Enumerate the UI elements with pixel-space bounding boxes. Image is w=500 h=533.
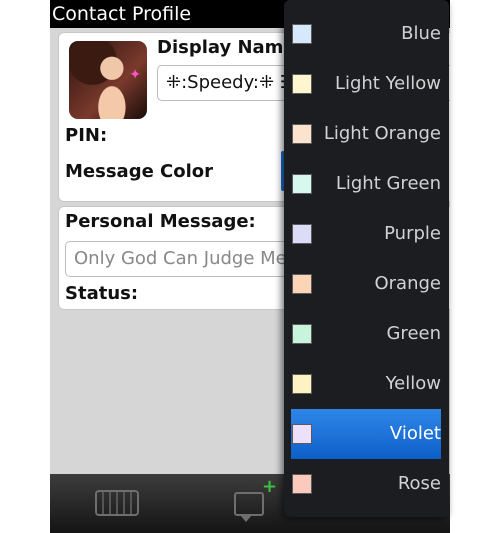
color-swatch [292, 24, 312, 44]
color-dropdown-menu: Blue Light Yellow Light Orange Light Gre… [284, 0, 449, 517]
color-option-green[interactable]: Green [284, 309, 449, 359]
contact-avatar[interactable]: ✦ [69, 41, 147, 119]
color-option-blue[interactable]: Blue [284, 9, 449, 59]
color-option-label: Violet [389, 423, 441, 444]
color-option-light-orange[interactable]: Light Orange [284, 109, 449, 159]
keyboard-icon[interactable] [95, 490, 139, 516]
color-option-orange[interactable]: Orange [284, 259, 449, 309]
personal-message-label: Personal Message: [65, 211, 256, 232]
star-icon: ✦ [129, 67, 141, 83]
color-option-light-yellow[interactable]: Light Yellow [284, 59, 449, 109]
color-option-label: Blue [401, 23, 441, 44]
plus-icon: + [262, 476, 278, 497]
color-option-label: Rose [397, 473, 441, 494]
status-label: Status: [65, 283, 139, 304]
color-option-label: Purple [384, 223, 441, 244]
pin-label: PIN: [65, 125, 108, 146]
color-option-label: Light Green [335, 173, 441, 194]
color-swatch [292, 424, 312, 444]
color-swatch [292, 224, 312, 244]
color-option-purple[interactable]: Purple [284, 209, 449, 259]
display-name-label: Display Nam [157, 37, 284, 58]
color-option-light-green[interactable]: Light Green [284, 159, 449, 209]
color-swatch [292, 174, 312, 194]
color-swatch [292, 474, 312, 494]
color-option-label: Orange [374, 273, 441, 294]
color-option-label: Light Yellow [334, 73, 441, 94]
chat-icon[interactable] [234, 492, 264, 522]
color-swatch [292, 74, 312, 94]
color-option-label: Light Orange [323, 123, 441, 144]
color-swatch [292, 324, 312, 344]
message-color-label: Message Color [65, 161, 214, 182]
color-option-yellow[interactable]: Yellow [284, 359, 449, 409]
color-swatch [292, 374, 312, 394]
color-option-label: Yellow [385, 373, 441, 394]
color-swatch [292, 274, 312, 294]
color-option-violet[interactable]: Violet [291, 409, 441, 459]
color-option-label: Green [386, 323, 441, 344]
color-option-rose[interactable]: Rose [284, 459, 449, 509]
color-swatch [292, 124, 312, 144]
